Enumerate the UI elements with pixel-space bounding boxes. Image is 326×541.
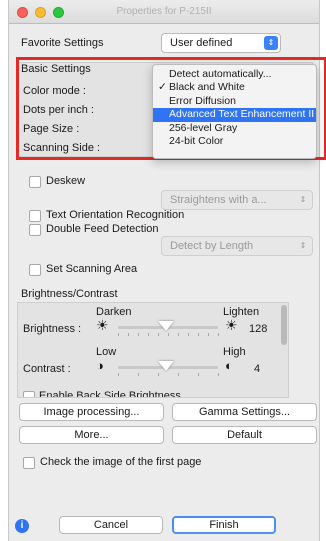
contrast-slider-thumb[interactable]	[158, 361, 174, 371]
scanning-area-label: Set Scanning Area	[46, 263, 138, 275]
default-button[interactable]: Default	[172, 426, 317, 444]
cancel-button[interactable]: Cancel	[59, 516, 163, 534]
contrast-value: 4	[254, 363, 261, 375]
brightness-slider-thumb[interactable]	[158, 321, 174, 331]
properties-window: Properties for P-215II Favorite Settings…	[8, 0, 326, 541]
menu-item-black-and-white[interactable]: ✓ Black and White	[153, 81, 316, 94]
chevron-updown-icon: ⇕	[299, 241, 307, 250]
double-feed-option-value: Detect by Length	[170, 240, 254, 252]
menu-item-label: Error Diffusion	[169, 94, 236, 107]
chevron-updown-icon: ⇕	[299, 195, 307, 204]
more-button[interactable]: More...	[19, 426, 164, 444]
text-orientation-checkbox[interactable]	[29, 210, 41, 222]
double-feed-option-popup[interactable]: Detect by Length ⇕	[161, 236, 313, 256]
menu-item-label: Black and White	[169, 81, 245, 94]
menu-item-label: 24-bit Color	[169, 134, 224, 147]
deskew-option-popup[interactable]: Straightens with a... ⇕	[161, 190, 313, 210]
double-feed-checkbox[interactable]	[29, 224, 41, 236]
high-label: High	[223, 346, 246, 358]
sun-bright-icon: ☀	[225, 317, 238, 333]
image-processing-button[interactable]: Image processing...	[19, 403, 164, 421]
menu-item-256-level-gray[interactable]: 256-level Gray	[153, 122, 316, 135]
favorite-settings-label: Favorite Settings	[21, 37, 104, 49]
scrollbar-thumb[interactable]	[281, 305, 287, 345]
contrast-label: Contrast :	[23, 363, 71, 375]
favorite-settings-value: User defined	[170, 37, 233, 49]
gamma-settings-button[interactable]: Gamma Settings...	[172, 403, 317, 421]
brightness-label: Brightness :	[23, 323, 82, 335]
window-title: Properties for P-215II	[116, 6, 212, 17]
backside-brightness-checkbox[interactable]	[23, 391, 35, 397]
menu-item-label: Advanced Text Enhancement II	[169, 108, 315, 121]
brightness-value: 128	[249, 323, 268, 335]
menu-item-detect-automatically[interactable]: Detect automatically...	[153, 68, 316, 81]
sun-dim-icon: ☀	[96, 317, 109, 333]
menu-item-label: 256-level Gray	[169, 121, 238, 134]
first-page-label: Check the image of the first page	[40, 456, 202, 468]
low-label: Low	[96, 346, 117, 358]
color-mode-menu: Detect automatically... ✓ Black and Whit…	[152, 64, 317, 159]
checkmark-icon: ✓	[158, 81, 167, 94]
menu-item-error-diffusion[interactable]: Error Diffusion	[153, 95, 316, 108]
info-icon[interactable]: i	[15, 519, 29, 533]
text-orientation-label: Text Orientation Recognition	[46, 209, 185, 221]
chevron-updown-icon: ⇕	[264, 36, 278, 50]
contrast-low-icon: ◑	[96, 358, 104, 373]
menu-item-label: Detect automatically...	[169, 68, 272, 80]
title-bar: Properties for P-215II	[9, 0, 319, 24]
first-page-checkbox[interactable]	[23, 457, 35, 469]
finish-button[interactable]: Finish	[172, 516, 276, 534]
menu-item-24-bit-color[interactable]: 24-bit Color	[153, 135, 316, 148]
double-feed-label: Double Feed Detection	[46, 223, 159, 235]
menu-item-advanced-text-enhancement[interactable]: Advanced Text Enhancement II	[153, 108, 316, 122]
scanning-area-checkbox[interactable]	[29, 264, 41, 276]
brightness-contrast-group: Darken Lighten Brightness : ☀ ☀ 128 Low …	[17, 302, 289, 398]
deskew-label: Deskew	[46, 175, 86, 187]
favorite-settings-popup[interactable]: User defined ⇕	[161, 33, 281, 53]
deskew-option-value: Straightens with a...	[170, 194, 267, 206]
contrast-high-icon: ◐	[225, 358, 233, 373]
brightness-contrast-heading: Brightness/Contrast	[21, 288, 118, 300]
backside-brightness-label: Enable Back Side Brightness	[39, 390, 181, 398]
deskew-checkbox[interactable]	[29, 176, 41, 188]
